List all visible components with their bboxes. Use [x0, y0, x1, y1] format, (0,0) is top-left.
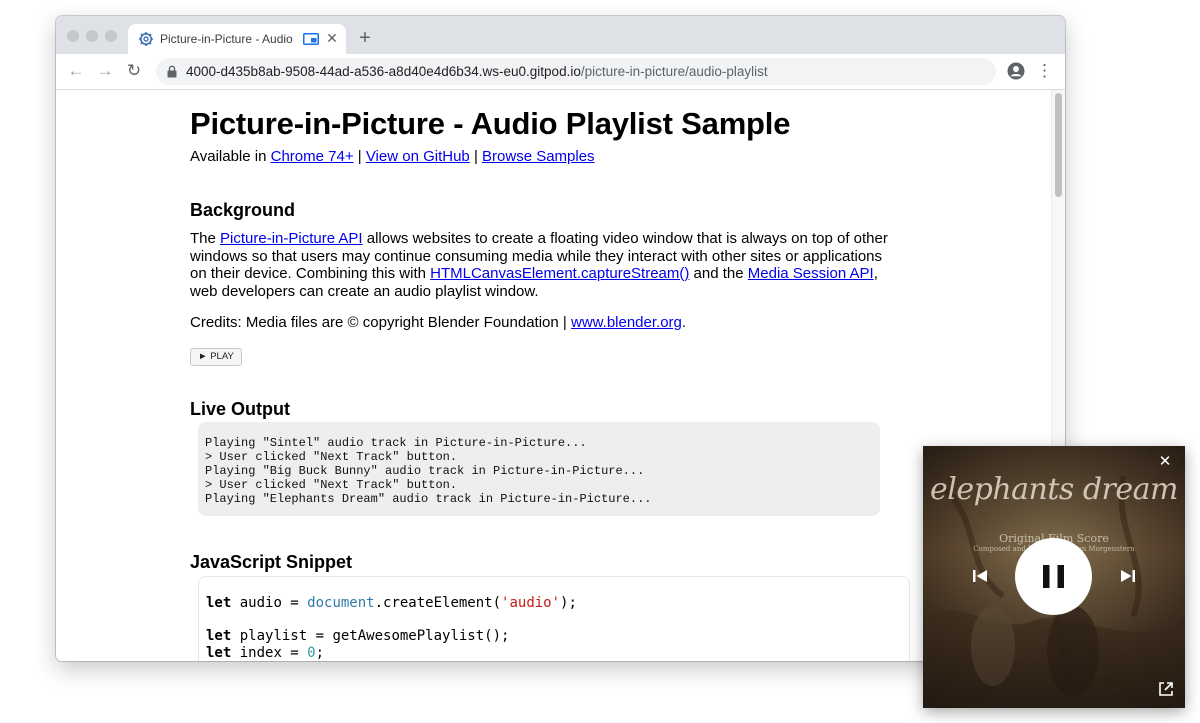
keyword: let	[206, 595, 232, 611]
availability-line: Available in Chrome 74+ | View on GitHub…	[190, 148, 595, 165]
code-text: playlist = getAwesomePlaylist();	[231, 628, 510, 644]
keyword: let	[206, 645, 232, 661]
page-viewport: Picture-in-Picture - Audio Playlist Samp…	[56, 90, 1051, 661]
code-text: audio =	[231, 595, 308, 611]
code-line: let audio = document.createElement('audi…	[206, 595, 577, 611]
tab-title: Picture-in-Picture - Audio Playlist Samp…	[160, 32, 294, 46]
picture-in-picture-window[interactable]: elephants dream Original Film Score Comp…	[923, 446, 1185, 708]
close-icon[interactable]: ✕	[1157, 454, 1173, 470]
tab-strip: Picture-in-Picture - Audio Playlist Samp…	[56, 16, 1065, 54]
live-output-log: Playing "Sintel" audio track in Picture-…	[198, 422, 880, 516]
media-session-link[interactable]: Media Session API	[748, 265, 874, 282]
artwork-title: elephants dream	[930, 472, 1178, 507]
gear-icon	[139, 32, 153, 46]
profile-avatar-icon[interactable]	[1007, 62, 1025, 80]
back-icon[interactable]: ←	[66, 61, 86, 81]
tab-close-icon[interactable]: ✕	[324, 30, 340, 46]
page-title: Picture-in-Picture - Audio Playlist Samp…	[190, 106, 791, 141]
address-bar[interactable]: 4000-d435b8ab-9508-44ad-a536-a8d40e4d6b3…	[156, 58, 996, 85]
code-text: .createElement(	[374, 595, 502, 611]
code-snippet: let audio = document.createElement('audi…	[198, 576, 910, 661]
url-text: 4000-d435b8ab-9508-44ad-a536-a8d40e4d6b3…	[186, 64, 768, 79]
active-tab[interactable]: Picture-in-Picture - Audio Playlist Samp…	[128, 24, 346, 54]
previous-track-icon[interactable]	[970, 566, 990, 586]
live-output-heading: Live Output	[190, 399, 290, 419]
chrome-version-link[interactable]: Chrome 74+	[271, 148, 354, 165]
text: The	[190, 230, 221, 247]
log-line: > User clicked "Next Track" button.	[205, 450, 458, 464]
lock-icon	[167, 65, 177, 78]
code-object: document	[307, 595, 375, 611]
close-window-button[interactable]	[67, 30, 79, 42]
next-track-icon[interactable]	[1118, 566, 1138, 586]
credits-text: Credits: Media files are © copyright Ble…	[190, 314, 571, 331]
url-path: /picture-in-picture/audio-playlist	[580, 64, 768, 79]
background-paragraph: The Picture-in-Picture API allows websit…	[190, 230, 900, 300]
pip-api-link[interactable]: Picture-in-Picture API	[220, 230, 363, 247]
code-text: ;	[315, 645, 325, 661]
code-line: let index = 0;	[206, 645, 324, 661]
new-tab-button[interactable]: +	[356, 28, 374, 48]
code-number: 0	[307, 645, 316, 661]
pause-button[interactable]	[1015, 538, 1092, 615]
toolbar: ← → ↻ 4000-d435b8ab-9508-44ad-a536-a8d40…	[56, 54, 1065, 90]
browser-window: Picture-in-Picture - Audio Playlist Samp…	[56, 16, 1065, 661]
back-to-tab-icon[interactable]	[1158, 681, 1174, 697]
background-heading: Background	[190, 200, 296, 220]
separator: |	[353, 148, 366, 165]
javascript-snippet-heading: JavaScript Snippet	[190, 552, 353, 572]
log-line: Playing "Elephants Dream" audio track in…	[205, 492, 652, 506]
keyword: let	[206, 628, 232, 644]
log-line: > User clicked "Next Track" button.	[205, 478, 458, 492]
text: and the	[689, 265, 748, 282]
blender-link[interactable]: www.blender.org	[571, 314, 682, 331]
kebab-menu-icon[interactable]: ⋮	[1036, 62, 1053, 80]
capture-stream-link[interactable]: HTMLCanvasElement.captureStream()	[430, 265, 689, 282]
credits-line: Credits: Media files are © copyright Ble…	[190, 314, 686, 331]
github-link[interactable]: View on GitHub	[366, 148, 470, 165]
log-line: Playing "Sintel" audio track in Picture-…	[205, 436, 587, 450]
code-text: );	[560, 595, 577, 611]
browse-samples-link[interactable]: Browse Samples	[482, 148, 595, 165]
code-text: index =	[231, 645, 308, 661]
available-prefix: Available in	[190, 148, 271, 165]
forward-icon[interactable]: →	[95, 61, 115, 81]
separator: |	[469, 148, 483, 165]
log-line: Playing "Big Buck Bunny" audio track in …	[205, 464, 645, 478]
code-line: let playlist = getAwesomePlaylist();	[206, 628, 509, 644]
minimize-window-button[interactable]	[86, 30, 98, 42]
code-string: 'audio'	[501, 595, 561, 611]
pause-icon	[1043, 565, 1064, 588]
scrollbar-thumb[interactable]	[1055, 93, 1062, 197]
url-host: 4000-d435b8ab-9508-44ad-a536-a8d40e4d6b3…	[186, 64, 581, 79]
picture-in-picture-icon	[303, 33, 319, 45]
credits-suffix: .	[681, 314, 687, 331]
maximize-window-button[interactable]	[105, 30, 117, 42]
play-button[interactable]: ► PLAY	[190, 348, 242, 366]
reload-icon[interactable]: ↻	[124, 61, 144, 81]
